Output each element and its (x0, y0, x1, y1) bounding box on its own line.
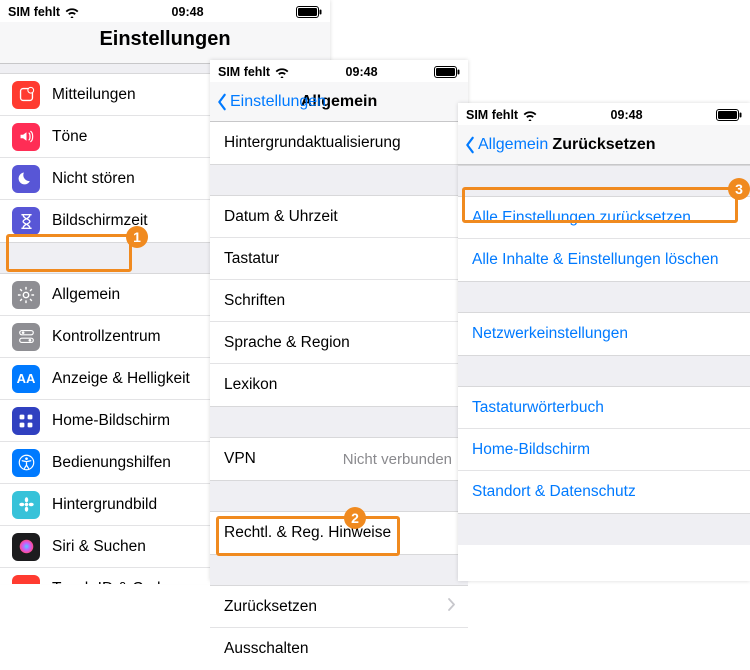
back-label: Allgemein (478, 136, 548, 154)
grid-icon (12, 407, 40, 435)
battery-icon (434, 66, 460, 78)
row-value: Nicht verbunden (343, 451, 456, 468)
row-label: Alle Einstellungen zurücksetzen (472, 209, 691, 227)
group-separator (210, 406, 468, 438)
row-label: Tastaturwörterbuch (472, 399, 604, 417)
siri-icon (12, 533, 40, 561)
group-separator (210, 554, 468, 586)
list-row[interactable]: Netzwerkeinstellungen (458, 313, 750, 355)
page-title: Zurücksetzen (552, 136, 655, 154)
nav-bar: Einstellungen Allgemein (210, 82, 468, 122)
notifications-icon (12, 81, 40, 109)
group-separator (458, 513, 750, 545)
row-label: Touch ID & Code (52, 580, 169, 585)
carrier-label: SIM fehlt (466, 108, 518, 122)
row-label: Ausschalten (224, 640, 308, 658)
reset-list: Alle Einstellungen zurücksetzen Alle Inh… (458, 165, 750, 545)
row-label: Mitteilungen (52, 86, 136, 104)
fingerprint-icon (12, 575, 40, 585)
wifi-icon (275, 67, 289, 78)
row-label: Alle Inhalte & Einstellungen löschen (472, 251, 718, 269)
switches-icon (12, 323, 40, 351)
status-bar: SIM fehlt 09:48 (458, 103, 750, 125)
back-label: Einstellungen (230, 93, 326, 111)
list-row[interactable]: Datum & Uhrzeit (210, 196, 468, 238)
list-row[interactable]: Zurücksetzen (210, 586, 468, 628)
moon-icon (12, 165, 40, 193)
list-row[interactable]: Tastatur (210, 238, 468, 280)
row-label: Bildschirmzeit (52, 212, 148, 230)
row-label: Allgemein (52, 286, 120, 304)
aa-icon: AA (12, 365, 40, 393)
accessibility-icon (12, 449, 40, 477)
row-label: Hintergrundbild (52, 496, 157, 514)
battery-icon (716, 109, 742, 121)
clock: 09:48 (611, 108, 643, 122)
list-row[interactable]: Hintergrundaktualisierung (210, 122, 468, 164)
gear-icon (12, 281, 40, 309)
flower-icon (12, 491, 40, 519)
general-panel: SIM fehlt 09:48 Einstellungen Allgemein … (210, 60, 468, 581)
sound-icon (12, 123, 40, 151)
list-row[interactable]: Alle Inhalte & Einstellungen löschen (458, 239, 750, 281)
list-row-vpn[interactable]: VPN Nicht verbunden (210, 438, 468, 480)
status-bar: SIM fehlt 09:48 (0, 0, 330, 22)
group-separator (458, 165, 750, 197)
general-list: Hintergrundaktualisierung Datum & Uhrzei… (210, 122, 468, 670)
group-separator (458, 281, 750, 313)
row-label: Nicht stören (52, 170, 135, 188)
row-label: Bedienungshilfen (52, 454, 171, 472)
page-title: Einstellungen (0, 22, 330, 63)
chevron-right-icon (448, 598, 456, 616)
row-label: Hintergrundaktualisierung (224, 134, 401, 152)
back-button[interactable]: Einstellungen (216, 93, 326, 111)
battery-icon (296, 6, 322, 18)
clock: 09:48 (172, 5, 204, 19)
wifi-icon (65, 7, 79, 18)
back-button[interactable]: Allgemein (464, 136, 548, 154)
hourglass-icon (12, 207, 40, 235)
row-label: Sprache & Region (224, 334, 350, 352)
row-label: Tastatur (224, 250, 279, 268)
group-separator (210, 480, 468, 512)
group-separator (458, 355, 750, 387)
list-row[interactable]: Alle Einstellungen zurücksetzen (458, 197, 750, 239)
list-row[interactable]: Standort & Datenschutz (458, 471, 750, 513)
list-row[interactable]: Home-Bildschirm (458, 429, 750, 471)
row-label: Home-Bildschirm (52, 412, 170, 430)
list-row[interactable]: Ausschalten (210, 628, 468, 670)
list-row[interactable]: Tastaturwörterbuch (458, 387, 750, 429)
wifi-icon (523, 110, 537, 121)
carrier-label: SIM fehlt (218, 65, 270, 79)
list-row[interactable]: Sprache & Region (210, 322, 468, 364)
row-label: Standort & Datenschutz (472, 483, 636, 501)
row-label: Netzwerkeinstellungen (472, 325, 628, 343)
list-row[interactable]: Lexikon (210, 364, 468, 406)
row-label: Datum & Uhrzeit (224, 208, 338, 226)
nav-bar: Allgemein Zurücksetzen (458, 125, 750, 165)
clock: 09:48 (346, 65, 378, 79)
list-row[interactable]: Rechtl. & Reg. Hinweise (210, 512, 468, 554)
status-bar: SIM fehlt 09:48 (210, 60, 468, 82)
row-label: Siri & Suchen (52, 538, 146, 556)
group-separator (210, 164, 468, 196)
row-label: Home-Bildschirm (472, 441, 590, 459)
carrier-label: SIM fehlt (8, 5, 60, 19)
row-label: VPN (224, 450, 256, 468)
row-label: Zurücksetzen (224, 598, 317, 616)
reset-panel: SIM fehlt 09:48 Allgemein Zurücksetzen A… (458, 103, 750, 581)
row-label: Rechtl. & Reg. Hinweise (224, 524, 391, 542)
row-label: Anzeige & Helligkeit (52, 370, 190, 388)
row-label: Kontrollzentrum (52, 328, 161, 346)
nav-bar: Einstellungen (0, 22, 330, 64)
row-label: Schriften (224, 292, 285, 310)
list-row[interactable]: Schriften (210, 280, 468, 322)
row-label: Töne (52, 128, 87, 146)
row-label: Lexikon (224, 376, 277, 394)
